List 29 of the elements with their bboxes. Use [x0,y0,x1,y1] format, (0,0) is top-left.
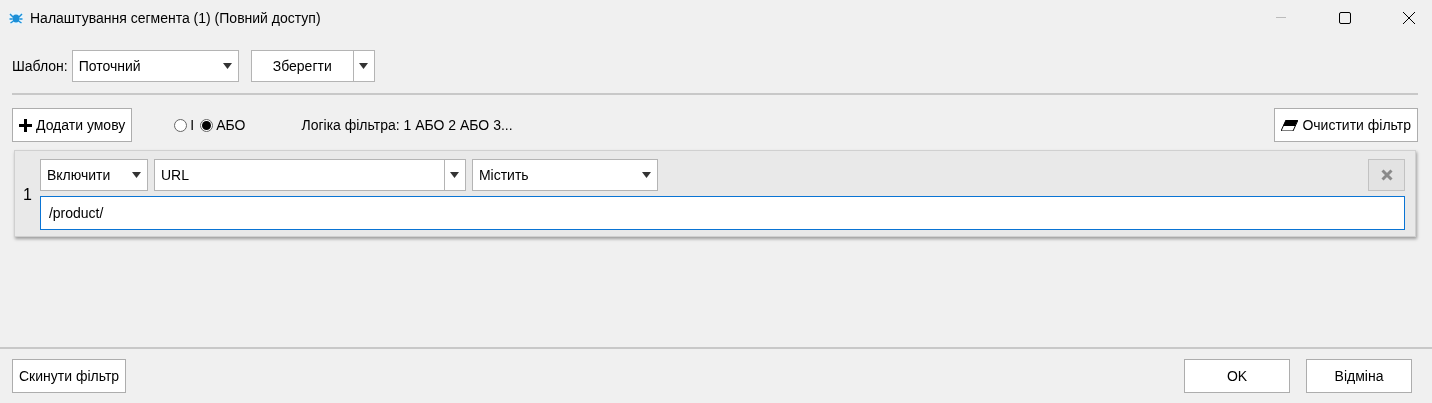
caret-icon [222,63,232,69]
template-label: Шаблон: [12,58,68,74]
ok-button[interactable]: OK [1184,359,1290,393]
maximize-icon [1339,12,1351,24]
logic-radio[interactable]: АБО [198,117,248,133]
caret-icon [641,172,651,178]
add-condition-button[interactable]: Додати умову [12,108,133,142]
cancel-button[interactable]: Відміна [1306,359,1412,393]
caret-icon [450,172,460,178]
clear-filter-button[interactable]: Очистити фільтр [1274,108,1418,142]
filter-logic-text: Логіка фільтра: 1 АБО 2 АБО 3... [301,117,513,133]
delete-condition-button[interactable] [1368,159,1405,191]
close-icon [1380,169,1393,181]
value-field[interactable]: /product/ [39,196,1405,230]
reset-filter-button[interactable]: Скинути фільтр [12,359,127,393]
minimize-icon [1276,17,1286,19]
eraser-icon [1281,119,1299,131]
app-logo-icon [8,10,24,26]
condition-number: 1 [23,185,32,204]
operator-dropdown[interactable]: Містить [471,159,658,191]
template-dropdown[interactable]: Поточний [71,50,239,82]
close-icon [1403,12,1415,24]
caret-icon [131,172,141,178]
mode-dropdown[interactable]: Включити [39,159,148,191]
window-title: Налаштування сегмента (1) (Повний доступ) [30,10,322,26]
logic-radio[interactable]: І [172,117,197,133]
plus-icon [19,118,32,132]
caret-icon [359,63,369,69]
field-dropdown[interactable]: URL [153,159,466,191]
